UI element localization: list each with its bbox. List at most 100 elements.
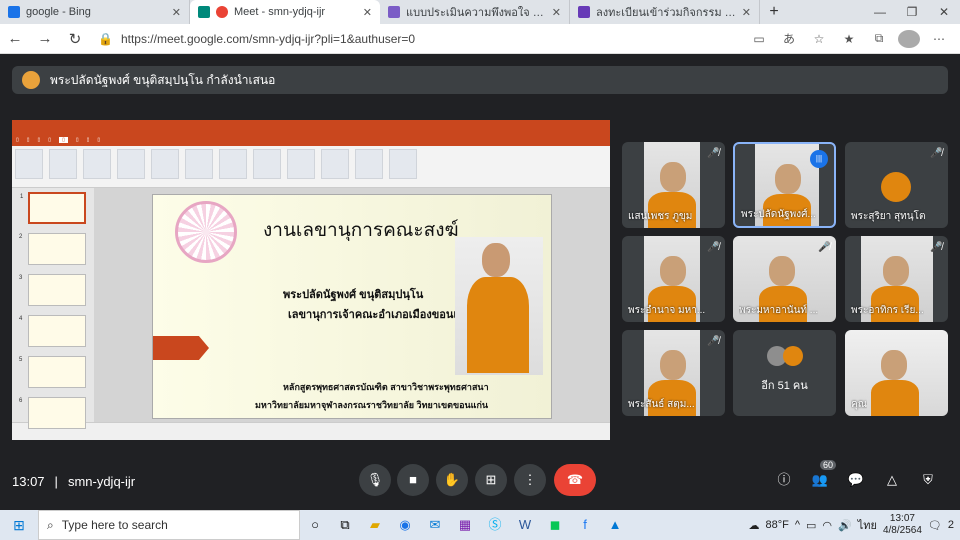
participant-tile[interactable]: 🎤̸ แสนเพชร ภูขุม <box>622 142 725 228</box>
wifi-icon[interactable]: ◠ <box>822 519 832 532</box>
tab-bing[interactable]: google - Bing ✕ <box>0 0 190 24</box>
participant-tile-speaking[interactable]: ||| พระปลัดนัฐพงศ์... <box>733 142 836 228</box>
volume-icon[interactable]: 🔊 <box>838 519 852 532</box>
reload-icon[interactable]: ↻ <box>60 30 90 48</box>
present-button[interactable]: ⊞ <box>475 464 507 496</box>
slide-title: งานเลขานุการคณะสงฆ์ <box>263 219 459 241</box>
minimize-icon[interactable]: — <box>864 0 896 24</box>
people-icon[interactable]: 👥 <box>810 470 830 490</box>
leave-call-button[interactable]: ☎ <box>554 464 596 496</box>
slide-thumbnail: 6 <box>19 397 86 429</box>
weather-temp[interactable]: 88°F <box>765 519 788 531</box>
language-indicator[interactable]: ไทย <box>858 516 877 534</box>
close-tab-icon[interactable]: ✕ <box>363 6 372 19</box>
meeting-controls-bar: 13:07 | smn-ydjq-ijr 🎙 ■ ✋ ⊞ ⋮ ☎ ⓘ 👥 60 … <box>0 456 960 506</box>
slide-footer-program: หลักสูตรพุทธศาสตรบัณฑิต สาขาวิชาพระพุทธศ… <box>283 382 489 392</box>
new-tab-button[interactable]: + <box>760 0 788 24</box>
close-tab-icon[interactable]: ✕ <box>552 6 561 19</box>
maximize-icon[interactable]: ❐ <box>896 0 928 24</box>
mic-button[interactable]: 🎙 <box>359 464 391 496</box>
participant-tile[interactable]: 🎤̸ พระสันธ์ สตฺม... <box>622 330 725 416</box>
info-icon[interactable]: ⓘ <box>774 470 794 490</box>
participant-tile[interactable]: 🎤̸ พระสุริยา สุทนฺโต <box>845 142 948 228</box>
participant-name: พระอำนาจ มหา... <box>628 305 706 316</box>
more-participants-tile[interactable]: อีก 51 คน <box>733 330 836 416</box>
presenter-photo <box>455 237 543 375</box>
url-field[interactable]: 🔒 https://meet.google.com/smn-ydjq-ijr?p… <box>98 28 698 50</box>
slide-canvas: งานเลขานุการคณะสงฆ์ พระปลัดนัฐพงศ์ ขนุติ… <box>94 188 610 422</box>
back-icon[interactable]: ← <box>0 30 30 47</box>
ribbon-button <box>83 149 111 179</box>
taskbar-clock[interactable]: 13:07 4/8/2564 <box>883 513 922 537</box>
tab-form-1[interactable]: แบบประเมินความพึงพอใจ กิจกรรม พระ ✕ <box>380 0 570 24</box>
file-explorer-icon[interactable]: ▰ <box>360 510 390 540</box>
taskbar-search[interactable]: ⌕ Type here to search <box>38 510 300 540</box>
chat-icon[interactable]: 💬 <box>846 470 866 490</box>
thumb-number: 3 <box>19 275 23 281</box>
skype-icon[interactable]: Ⓢ <box>480 510 510 540</box>
self-tile[interactable]: คุณ <box>845 330 948 416</box>
task-view-icon[interactable]: ⧉ <box>330 510 360 540</box>
camera-icon[interactable]: ▭ <box>748 32 770 46</box>
edge-icon[interactable]: ◉ <box>390 510 420 540</box>
ribbon-button <box>321 149 349 179</box>
ribbon-button <box>117 149 145 179</box>
more-options-button[interactable]: ⋮ <box>514 464 546 496</box>
translate-icon[interactable]: あ <box>778 30 800 47</box>
powerpoint-ribbon-tabs: ▯ ▯ ▯ ▯ ▯ ▯ ▯ ▯ <box>12 134 610 146</box>
powerpoint-body: 1 2 3 4 5 6 งานเลขานุการคณะสงฆ์ พระปลัดน… <box>12 188 610 429</box>
tab-meet[interactable]: Meet - smn-ydjq-ijr ✕ <box>190 0 380 24</box>
close-tab-icon[interactable]: ✕ <box>172 6 181 19</box>
participant-tile[interactable]: 🎤̸ พระอาทิกร เรีย... <box>845 236 948 322</box>
host-controls-icon[interactable]: ⛨ <box>918 470 938 490</box>
windows-start-icon[interactable]: ⊞ <box>0 517 38 534</box>
participant-tile[interactable]: 🎤̸ พระอำนาจ มหา... <box>622 236 725 322</box>
participant-name: แสนเพชร ภูขุม <box>628 211 693 222</box>
arrow-shape <box>153 336 209 360</box>
tray-chevron-icon[interactable]: ^ <box>795 519 800 531</box>
mail-icon[interactable]: ✉ <box>420 510 450 540</box>
slide-thumbnail: 5 <box>19 356 86 388</box>
face-shape <box>883 256 909 286</box>
tab-form-2[interactable]: ลงทะเบียนเข้าร่วมกิจกรรม พระสงฆ์ : ✕ <box>570 0 760 24</box>
powerpoint-ribbon <box>12 146 610 188</box>
participant-tile[interactable]: 🎤̸ พระมหาอานันท์ ... <box>733 236 836 322</box>
url-text: https://meet.google.com/smn-ydjq-ijr?pli… <box>120 31 416 46</box>
participant-name: พระปลัดนัฐพงศ์... <box>741 209 816 220</box>
ribbon-button <box>219 149 247 179</box>
presenting-text: พระปลัดนัฐพงศ์ ขนุติสมฺปนฺโน กำลังนำเสนอ <box>50 72 276 87</box>
profile-icon[interactable] <box>898 29 920 48</box>
weather-icon[interactable]: ☁ <box>748 519 759 532</box>
mic-off-icon: 🎤̸ <box>707 336 720 347</box>
photos-icon[interactable]: ▲ <box>600 510 630 540</box>
line-icon[interactable]: ◼ <box>540 510 570 540</box>
battery-icon[interactable]: ▭ <box>806 519 816 532</box>
meeting-time: 13:07 <box>12 474 45 489</box>
menu-icon[interactable]: ⋯ <box>928 32 950 46</box>
ribbon-tab: ▯ <box>97 137 101 143</box>
hangup-icon: ☎ <box>566 472 584 487</box>
forward-icon[interactable]: → <box>30 30 60 47</box>
favorites-icon[interactable]: ★ <box>838 32 860 46</box>
favorite-add-icon[interactable]: ☆ <box>808 32 830 46</box>
collections-icon[interactable]: ⧉ <box>868 31 890 46</box>
cortana-icon[interactable]: ○ <box>300 510 330 540</box>
participant-avatar <box>783 346 803 366</box>
close-window-icon[interactable]: ✕ <box>928 0 960 24</box>
camera-button[interactable]: ■ <box>397 464 429 496</box>
raise-hand-button[interactable]: ✋ <box>436 464 468 496</box>
notifications-icon[interactable]: 🗨 <box>928 519 942 532</box>
word-icon[interactable]: W <box>510 510 540 540</box>
close-tab-icon[interactable]: ✕ <box>742 6 751 19</box>
clock-time: 13:07 <box>889 513 915 524</box>
thumb-number: 5 <box>19 357 23 363</box>
mic-off-icon: 🎤̸ <box>707 148 720 159</box>
activities-icon[interactable]: △ <box>882 470 902 490</box>
meet-icon <box>198 6 210 18</box>
camera-icon: ■ <box>409 472 417 487</box>
facebook-icon[interactable]: f <box>570 510 600 540</box>
onenote-icon[interactable]: ▦ <box>450 510 480 540</box>
system-tray: ☁ 88°F ^ ▭ ◠ 🔊 ไทย 13:07 4/8/2564 🗨 2 <box>748 513 960 537</box>
participant-name: คุณ <box>851 399 867 410</box>
ribbon-tab: ▯ <box>86 137 90 143</box>
